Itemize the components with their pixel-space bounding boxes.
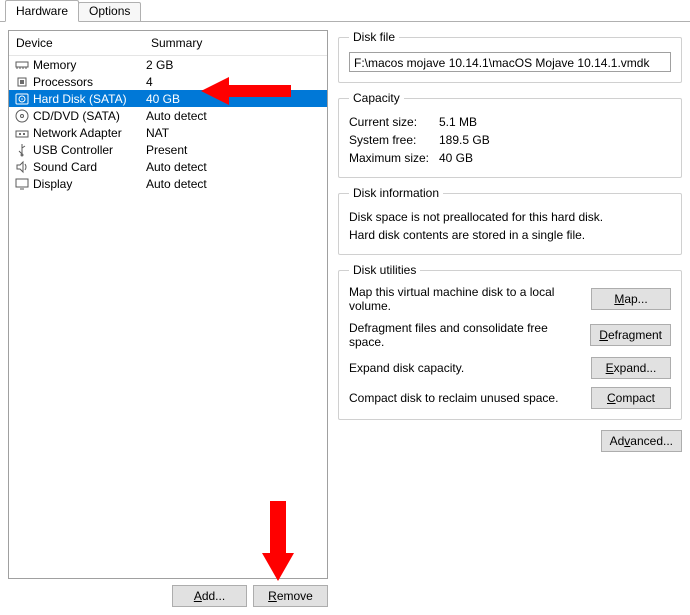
- capacity-max-value: 40 GB: [439, 151, 473, 165]
- hardware-list[interactable]: Device Summary Memory2 GBProcessors4Hard…: [8, 30, 328, 579]
- hardware-row-net[interactable]: Network AdapterNAT: [9, 124, 327, 141]
- hardware-row-memory[interactable]: Memory2 GB: [9, 56, 327, 73]
- group-disk-file: Disk file F:\macos mojave 10.14.1\macOS …: [338, 30, 682, 83]
- device-name: Memory: [33, 58, 146, 72]
- defragment-button[interactable]: Defragment: [590, 324, 671, 346]
- device-name: Processors: [33, 75, 146, 89]
- device-summary: Present: [146, 143, 327, 157]
- hardware-row-cpu[interactable]: Processors4: [9, 73, 327, 90]
- capacity-max-label: Maximum size:: [349, 151, 439, 165]
- remove-button[interactable]: Remove: [253, 585, 328, 607]
- legend-disk-file: Disk file: [349, 30, 399, 44]
- device-summary: NAT: [146, 126, 327, 140]
- group-disk-information: Disk information Disk space is not preal…: [338, 186, 682, 255]
- cpu-icon: [14, 74, 30, 90]
- util-compact-text: Compact disk to reclaim unused space.: [349, 391, 591, 405]
- compact-button[interactable]: Compact: [591, 387, 671, 409]
- tab-bar: Hardware Options: [0, 0, 690, 22]
- display-icon: [14, 176, 30, 192]
- device-summary: Auto detect: [146, 160, 327, 174]
- device-summary: Auto detect: [146, 177, 327, 191]
- usb-icon: [14, 142, 30, 158]
- device-name: Network Adapter: [33, 126, 146, 140]
- group-capacity: Capacity Current size:5.1 MB System free…: [338, 91, 682, 178]
- tab-hardware[interactable]: Hardware: [5, 0, 79, 22]
- expand-button[interactable]: Expand...: [591, 357, 671, 379]
- hdd-icon: [14, 91, 30, 107]
- map-button[interactable]: Map...: [591, 288, 671, 310]
- util-defrag-text: Defragment files and consolidate free sp…: [349, 321, 590, 349]
- advanced-button[interactable]: Advanced...: [601, 430, 682, 452]
- hardware-row-usb[interactable]: USB ControllerPresent: [9, 141, 327, 158]
- capacity-current-value: 5.1 MB: [439, 115, 477, 129]
- hardware-row-display[interactable]: DisplayAuto detect: [9, 175, 327, 192]
- diskinfo-line2: Hard disk contents are stored in a singl…: [349, 226, 671, 244]
- sound-icon: [14, 159, 30, 175]
- device-name: Display: [33, 177, 146, 191]
- add-button[interactable]: Add...: [172, 585, 247, 607]
- device-summary: 40 GB: [146, 92, 327, 106]
- device-summary: Auto detect: [146, 109, 327, 123]
- device-name: Hard Disk (SATA): [33, 92, 146, 106]
- header-summary[interactable]: Summary: [144, 31, 327, 55]
- device-summary: 4: [146, 75, 327, 89]
- device-name: USB Controller: [33, 143, 146, 157]
- tab-options[interactable]: Options: [78, 2, 141, 22]
- device-name: Sound Card: [33, 160, 146, 174]
- capacity-sysfree-value: 189.5 GB: [439, 133, 490, 147]
- legend-capacity: Capacity: [349, 91, 404, 105]
- diskinfo-line1: Disk space is not preallocated for this …: [349, 208, 671, 226]
- hardware-row-cd[interactable]: CD/DVD (SATA)Auto detect: [9, 107, 327, 124]
- device-name: CD/DVD (SATA): [33, 109, 146, 123]
- legend-disk-utilities: Disk utilities: [349, 263, 420, 277]
- legend-disk-information: Disk information: [349, 186, 443, 200]
- list-header: Device Summary: [9, 31, 327, 56]
- hardware-row-sound[interactable]: Sound CardAuto detect: [9, 158, 327, 175]
- capacity-current-label: Current size:: [349, 115, 439, 129]
- device-summary: 2 GB: [146, 58, 327, 72]
- cd-icon: [14, 108, 30, 124]
- header-device[interactable]: Device: [9, 31, 144, 55]
- disk-file-path[interactable]: F:\macos mojave 10.14.1\macOS Mojave 10.…: [349, 52, 671, 72]
- net-icon: [14, 125, 30, 141]
- hardware-row-hdd[interactable]: Hard Disk (SATA)40 GB: [9, 90, 327, 107]
- util-map-text: Map this virtual machine disk to a local…: [349, 285, 591, 313]
- capacity-sysfree-label: System free:: [349, 133, 439, 147]
- memory-icon: [14, 57, 30, 73]
- group-disk-utilities: Disk utilities Map this virtual machine …: [338, 263, 682, 420]
- util-expand-text: Expand disk capacity.: [349, 361, 591, 375]
